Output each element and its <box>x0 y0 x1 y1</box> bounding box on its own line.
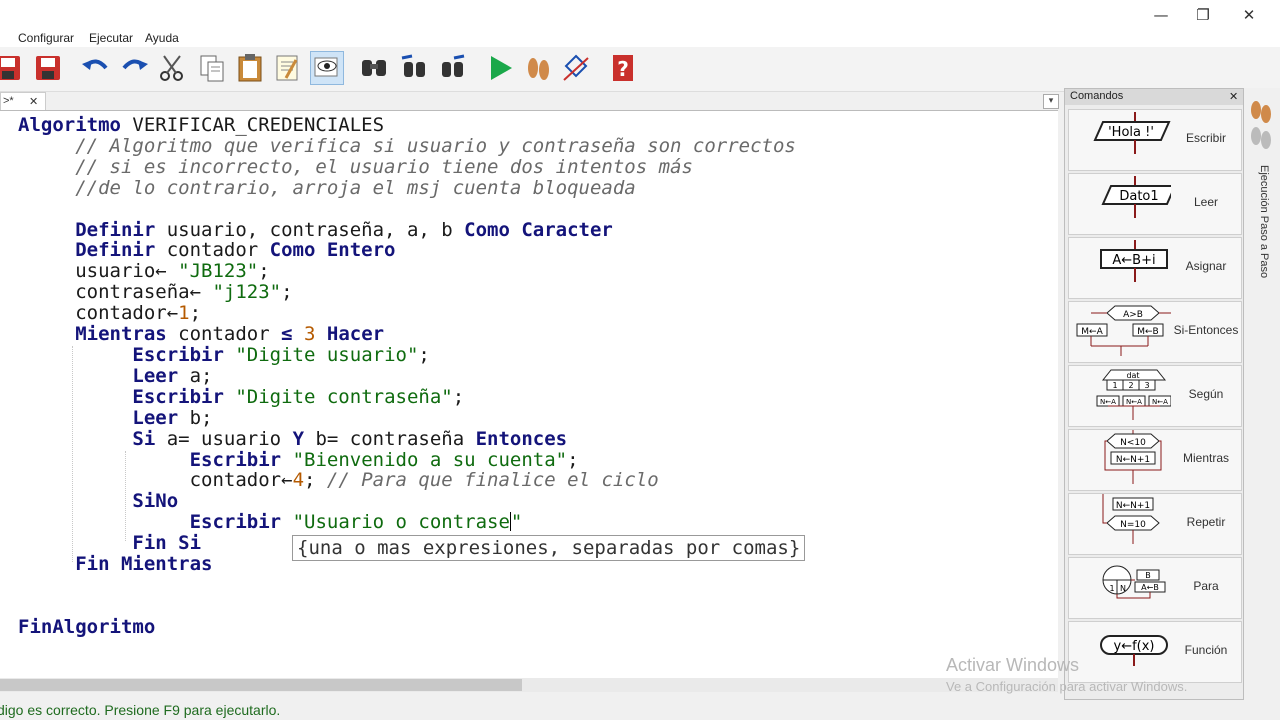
menu-configurar[interactable]: Configurar <box>18 31 74 45</box>
restore-button[interactable]: ❐ <box>1180 4 1226 26</box>
svg-text:B: B <box>1145 571 1151 580</box>
command-escribir[interactable]: 'Hola !' Escribir <box>1068 109 1242 171</box>
activation-watermark-title: Activar Windows <box>946 655 1080 675</box>
svg-text:N<10: N<10 <box>1120 438 1146 448</box>
paste-icon[interactable] <box>234 52 266 84</box>
toolbar: ? <box>0 47 1280 92</box>
footsteps-icon[interactable] <box>1248 96 1274 152</box>
svg-text:M←A: M←A <box>1081 327 1103 337</box>
title-bar: — ❐ ✕ <box>0 0 1280 30</box>
command-label: Según <box>1188 387 1224 401</box>
leer-shape-text: Dato1 <box>1119 189 1158 204</box>
code-editor[interactable]: Algoritmo VERIFICAR_CREDENCIALES // Algo… <box>0 110 1058 679</box>
save-icon[interactable] <box>32 52 64 84</box>
replace-icon[interactable] <box>436 52 468 84</box>
cut-icon[interactable] <box>156 52 188 84</box>
variables-view-icon[interactable] <box>310 51 344 85</box>
svg-text:N=10: N=10 <box>1120 520 1146 530</box>
autocomplete-tooltip: {una o mas expresiones, separadas por co… <box>292 535 806 561</box>
activation-watermark-subtitle: Ve a Configuración para activar Windows. <box>946 679 1188 694</box>
undo-icon[interactable] <box>80 52 112 84</box>
svg-text:N←N+1: N←N+1 <box>1116 501 1150 511</box>
svg-text:3: 3 <box>1144 381 1149 390</box>
redo-icon[interactable] <box>118 52 150 84</box>
svg-text:M←B: M←B <box>1137 327 1158 337</box>
command-label: Asignar <box>1185 259 1227 273</box>
svg-text:N: N <box>1120 584 1126 593</box>
svg-text:N←A: N←A <box>1152 398 1168 406</box>
command-si-entonces[interactable]: A>B M←A M←B Si-Entonces <box>1068 301 1242 363</box>
command-para[interactable]: 1 N B A←B Para <box>1068 557 1242 619</box>
save-as-icon[interactable] <box>0 52 24 84</box>
command-label: Función <box>1184 643 1228 657</box>
svg-text:1: 1 <box>1109 584 1114 593</box>
escribir-shape-text: 'Hola !' <box>1108 125 1154 140</box>
tab-list-dropdown-icon[interactable]: ▾ <box>1043 94 1059 109</box>
tab-file[interactable]: >* ✕ <box>0 92 46 110</box>
asignar-shape-text: A←B+i <box>1112 253 1155 268</box>
status-bar: digo es correcto. Presione F9 para ejecu… <box>0 700 1280 720</box>
flowchart-icon[interactable] <box>560 52 592 84</box>
svg-text:2: 2 <box>1128 381 1133 390</box>
commands-panel: Comandos ✕ 'Hola !' Escribir Dato1 Leer … <box>1064 88 1244 700</box>
command-funcion[interactable]: y←f(x) Función <box>1068 621 1242 683</box>
svg-text:A>B: A>B <box>1123 310 1143 320</box>
command-label: Leer <box>1193 195 1219 209</box>
tab-strip: >* ✕ ▾ <box>0 92 1062 110</box>
commands-panel-header: Comandos ✕ <box>1065 89 1243 105</box>
svg-text:N←A: N←A <box>1100 398 1116 406</box>
svg-text:N←N+1: N←N+1 <box>1116 455 1150 465</box>
copy-icon[interactable] <box>196 52 228 84</box>
menu-ayuda[interactable]: Ayuda <box>145 31 179 45</box>
funcion-shape-text: y←f(x) <box>1114 639 1155 654</box>
minimize-button[interactable]: — <box>1138 4 1184 26</box>
horizontal-scrollbar[interactable] <box>0 678 1058 692</box>
command-label: Repetir <box>1186 515 1226 529</box>
commands-panel-title: Comandos <box>1070 90 1124 102</box>
svg-text:1: 1 <box>1112 381 1117 390</box>
command-repetir[interactable]: N←N+1 N=10 Repetir <box>1068 493 1242 555</box>
command-leer[interactable]: Dato1 Leer <box>1068 173 1242 235</box>
command-label: Para <box>1193 579 1219 593</box>
tab-label: >* <box>3 95 14 107</box>
step-by-step-panel-tab[interactable]: Ejecución Paso a Paso <box>1250 165 1270 365</box>
find-next-icon[interactable] <box>398 52 430 84</box>
commands-panel-close-icon[interactable]: ✕ <box>1229 90 1238 103</box>
svg-text:A←B: A←B <box>1141 583 1159 592</box>
command-label: Si-Entonces <box>1173 323 1239 337</box>
scrollbar-thumb[interactable] <box>0 679 522 691</box>
command-mientras[interactable]: N<10 N←N+1 Mientras <box>1068 429 1242 491</box>
svg-text:?: ? <box>617 57 629 81</box>
svg-text:dat: dat <box>1126 371 1139 380</box>
command-label: Mientras <box>1182 451 1229 465</box>
tab-close-icon[interactable]: ✕ <box>29 95 38 108</box>
close-window-button[interactable]: ✕ <box>1226 4 1272 26</box>
command-segun[interactable]: dat 1 2 3 N←A N←A N←A Según <box>1068 365 1242 427</box>
menu-ejecutar[interactable]: Ejecutar <box>89 31 133 45</box>
edit-doc-icon[interactable] <box>272 52 304 84</box>
command-asignar[interactable]: A←B+i Asignar <box>1068 237 1242 299</box>
help-icon[interactable]: ? <box>608 52 640 84</box>
command-label: Escribir <box>1185 131 1226 145</box>
find-icon[interactable] <box>358 52 390 84</box>
status-text: digo es correcto. Presione F9 para ejecu… <box>0 702 281 718</box>
step-by-step-icon[interactable] <box>522 52 554 84</box>
run-icon[interactable] <box>484 52 516 84</box>
menu-bar: Configurar Ejecutar Ayuda <box>0 29 1280 47</box>
svg-text:N←A: N←A <box>1126 398 1142 406</box>
